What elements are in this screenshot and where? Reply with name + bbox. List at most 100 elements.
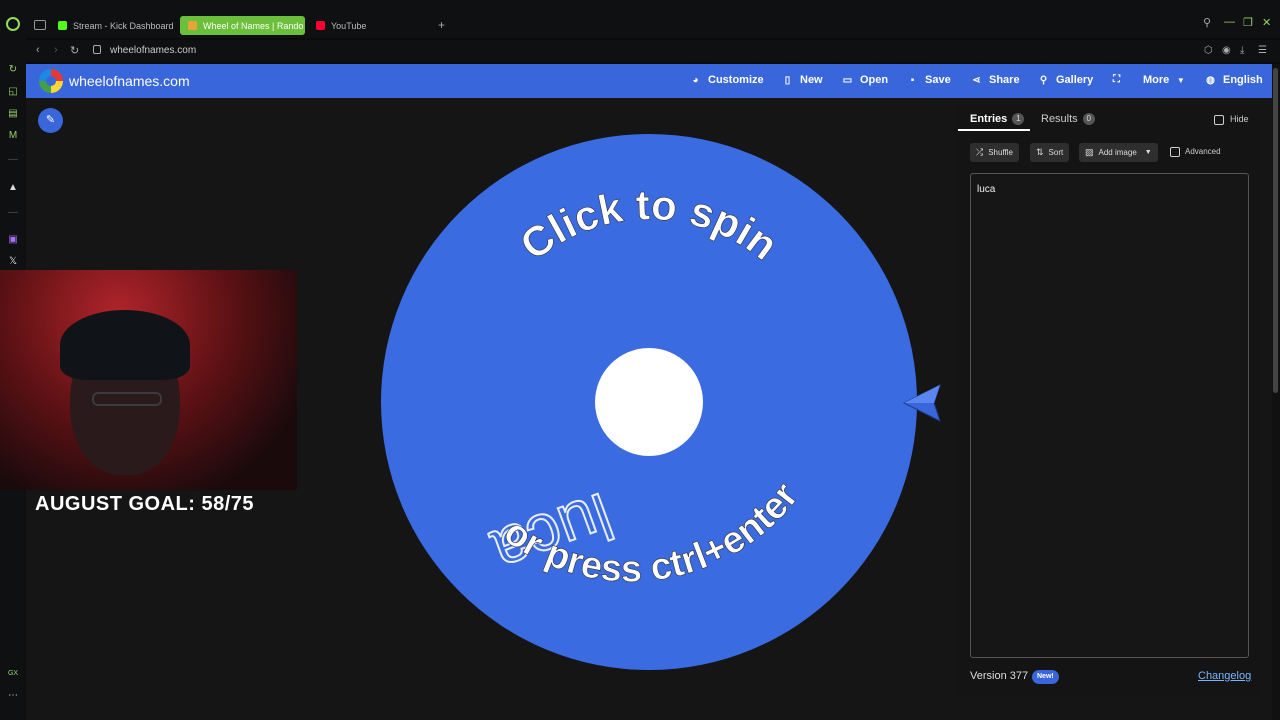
gallery-label: Gallery [1056, 74, 1094, 86]
sidebar-twitch-icon[interactable]: ▣ [7, 234, 19, 246]
new-button[interactable]: ▯ New [782, 74, 823, 86]
sort-button[interactable]: ⇅ Sort [1030, 143, 1070, 162]
shuffle-icon: ⤮ [976, 147, 984, 157]
file-icon: ▯ [784, 74, 791, 86]
tab-switcher-icon[interactable] [34, 20, 46, 30]
search-icon: ⚲ [1039, 74, 1048, 86]
tab-wheel-of-names[interactable]: Wheel of Names | Rando [180, 16, 305, 35]
scrollbar-thumb[interactable] [1273, 68, 1278, 393]
save-icon: ▪ [910, 74, 915, 86]
tab-title: Stream - Kick Dashboard [73, 20, 174, 31]
opera-logo-icon[interactable] [6, 17, 20, 31]
active-tab-indicator [958, 129, 1030, 131]
hide-label: Hide [1230, 114, 1249, 124]
fullscreen-button[interactable]: ⛶ [1111, 74, 1129, 85]
streamer-cap [60, 310, 190, 380]
tab-results[interactable]: Results 0 [1041, 113, 1095, 125]
results-count-badge: 0 [1082, 113, 1095, 125]
new-label: New [800, 74, 823, 86]
share-icon: ⋖ [972, 74, 981, 86]
sidebar-divider: — [8, 207, 18, 218]
webcam-overlay [0, 270, 297, 490]
hide-checkbox[interactable] [1214, 115, 1224, 125]
language-button[interactable]: ◍ English [1205, 74, 1263, 86]
sidebar-m-icon[interactable]: M [7, 130, 19, 142]
globe-icon: ◍ [1206, 74, 1215, 86]
gallery-button[interactable]: ⚲ Gallery [1038, 74, 1093, 86]
profile-icon[interactable]: ◉ [1222, 45, 1231, 56]
url-field[interactable]: wheelofnames.com [110, 45, 196, 56]
screen: Stream - Kick Dashboard Wheel of Names |… [0, 0, 1280, 720]
maximize-icon[interactable]: ❐ [1243, 16, 1253, 29]
sidebar-gx-icon[interactable]: GX [7, 668, 19, 680]
sort-icon: ⇅ [1036, 147, 1044, 157]
wheel[interactable]: Click to spin luca or press ctrl+enter [380, 133, 918, 671]
open-label: Open [860, 74, 889, 86]
sidebar-shop-icon[interactable]: ◱ [7, 86, 19, 98]
close-window-icon[interactable]: ✕ [1262, 16, 1271, 29]
wheel-center-hub[interactable] [595, 348, 703, 456]
share-button[interactable]: ⋖ Share [971, 74, 1020, 86]
sidebar-aria-icon[interactable]: ▲ [7, 182, 19, 194]
more-button[interactable]: More ▼ [1143, 74, 1186, 86]
customize-button[interactable]: ◕ Customize [690, 74, 764, 86]
shuffle-button[interactable]: ⤮ Shuffle [970, 143, 1019, 162]
save-label: Save [925, 74, 951, 86]
monthly-goal-text: AUGUST GOAL: 58/75 [35, 493, 255, 515]
download-icon[interactable]: ⤓ [1240, 45, 1244, 56]
caret-down-icon: ▼ [1176, 75, 1185, 85]
minimize-icon[interactable]: — [1224, 16, 1235, 28]
lock-icon [93, 45, 101, 54]
version-text: Version 377 [970, 670, 1029, 682]
entries-tab-label: Entries [970, 113, 1008, 125]
advanced-label: Advanced [1185, 147, 1221, 156]
language-label: English [1223, 74, 1263, 86]
customize-label: Customize [708, 74, 764, 86]
edit-pencil-button[interactable]: ✎ [38, 108, 63, 133]
address-bar [26, 40, 1280, 62]
sidebar-divider: — [8, 154, 18, 165]
shuffle-label: Shuffle [988, 148, 1013, 157]
caret-down-icon: ▼ [1144, 149, 1152, 156]
changelog-link[interactable]: Changelog [1198, 670, 1251, 682]
streamer-glasses [92, 392, 162, 406]
more-label: More [1143, 74, 1170, 86]
reload-icon[interactable]: ↻ [70, 44, 79, 57]
wheel-logo-icon[interactable] [39, 69, 63, 93]
add-image-label: Add image [1098, 148, 1137, 157]
sidebar-more-icon[interactable]: ⋯ [7, 690, 19, 702]
tab-kick-dashboard[interactable]: Stream - Kick Dashboard [50, 16, 176, 35]
new-badge: New! [1032, 670, 1059, 684]
tab-title: YouTube [331, 20, 367, 31]
kick-favicon-icon [58, 21, 67, 30]
entries-textarea[interactable]: luca [970, 173, 1249, 658]
search-tabs-icon[interactable]: ⚲ [1203, 16, 1211, 29]
wheel-favicon-icon [188, 21, 197, 30]
extensions-icon[interactable]: ⬡ [1204, 45, 1213, 56]
sidebar-x-icon[interactable]: 𝕏 [7, 256, 19, 268]
new-tab-icon[interactable]: + [438, 18, 445, 32]
tab-entries[interactable]: Entries 1 [970, 113, 1025, 125]
results-tab-label: Results [1041, 113, 1078, 125]
sidebar-notes-icon[interactable]: ▤ [7, 108, 19, 120]
forward-icon[interactable]: › [54, 44, 58, 56]
youtube-favicon-icon [316, 21, 325, 30]
folder-icon: ▭ [842, 74, 853, 86]
site-title[interactable]: wheelofnames.com [69, 73, 190, 89]
wheel-pointer-icon [902, 384, 941, 422]
share-label: Share [989, 74, 1020, 86]
advanced-checkbox[interactable] [1170, 147, 1180, 157]
tab-title: Wheel of Names | Rando [203, 20, 304, 31]
open-button[interactable]: ▭ Open [842, 74, 888, 86]
wheel-svg[interactable]: Click to spin luca or press ctrl+enter [380, 133, 918, 671]
tab-youtube[interactable]: YouTube [308, 16, 428, 35]
fullscreen-icon: ⛶ [1113, 74, 1120, 85]
sort-label: Sort [1048, 148, 1064, 157]
entries-count-badge: 1 [1012, 113, 1025, 125]
save-button[interactable]: ▪ Save [907, 74, 951, 86]
palette-icon: ◕ [692, 74, 699, 86]
menu-icon[interactable]: ☰ [1258, 45, 1267, 56]
add-image-button[interactable]: ▨ Add image ▼ [1079, 143, 1158, 162]
back-icon[interactable]: ‹ [36, 44, 40, 56]
sidebar-refresh-icon[interactable]: ↻ [7, 64, 19, 76]
